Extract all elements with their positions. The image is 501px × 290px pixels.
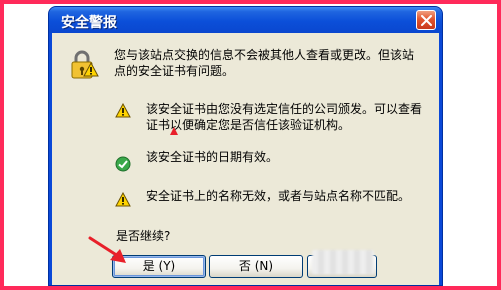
blurred-watermark (312, 250, 374, 274)
close-icon (421, 15, 432, 26)
annotation-marker (170, 127, 178, 135)
list-item: 该安全证书由您没有选定信任的公司颁发。可以查看证书以便确定您是否信任该验证机构。 (146, 102, 423, 132)
intro-text: 您与该站点交换的信息不会被其他人查看或更改。但该站点的安全证书有问题。 (114, 48, 415, 78)
lock-warning-icon (71, 50, 99, 79)
warning-icon (115, 192, 131, 207)
check-icon (115, 156, 131, 172)
annotation-arrow-icon (88, 236, 126, 263)
close-button[interactable] (416, 10, 436, 30)
no-button[interactable]: 否 (N) (209, 255, 303, 278)
list-item: 安全证书上的名称无效，或者与站点名称不匹配。 (146, 189, 411, 203)
title-bar[interactable]: 安全警报 (49, 7, 442, 33)
window-title: 安全警报 (61, 15, 117, 31)
warning-icon (115, 103, 131, 118)
list-item: 该安全证书的日期有效。 (146, 150, 279, 164)
